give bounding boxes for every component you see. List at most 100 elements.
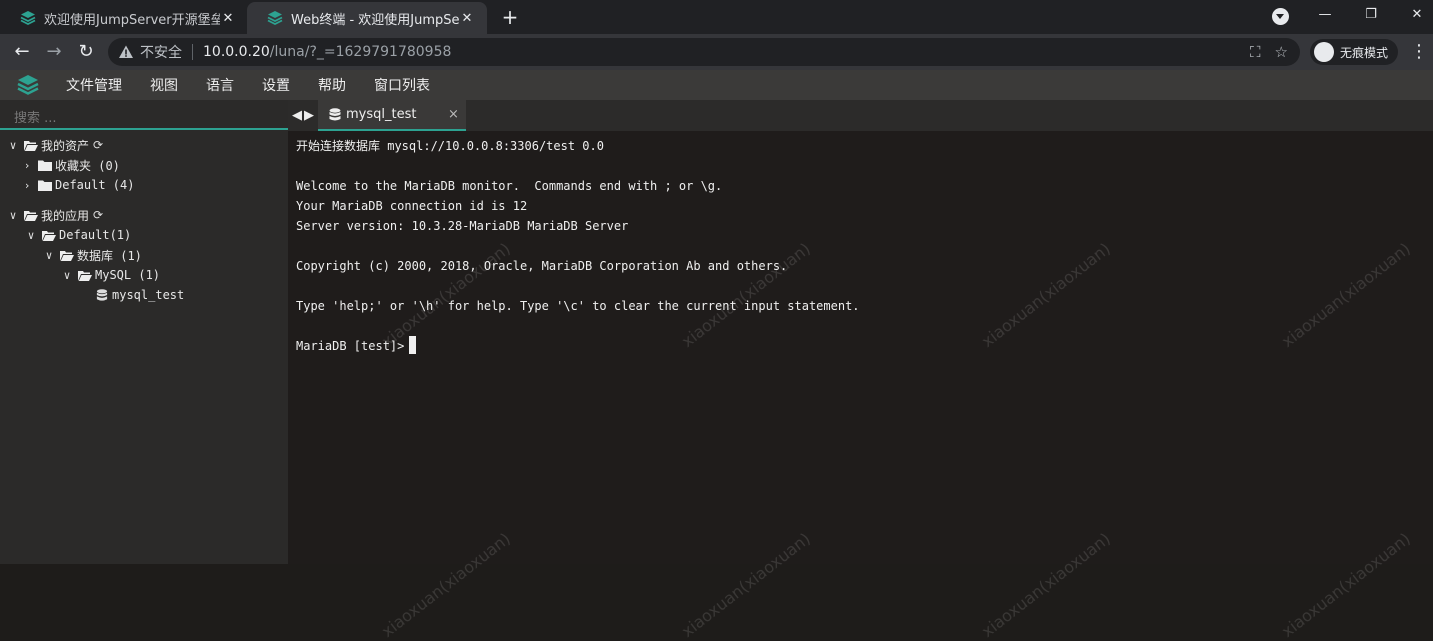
close-icon[interactable]: ✕ bbox=[459, 11, 475, 26]
url-host[interactable]: 10.0.0.20 bbox=[203, 44, 270, 60]
menu-help[interactable]: 帮助 bbox=[318, 75, 346, 95]
terminal-prompt: MariaDB [test]> bbox=[296, 339, 405, 353]
watermark: xiaoxuan(xiaoxuan) bbox=[978, 238, 1114, 351]
terminal-line: ​ bbox=[296, 156, 860, 176]
terminal-line: Your MariaDB connection id is 12 bbox=[296, 199, 528, 213]
terminal-line: Copyright (c) 2000, 2018, Oracle, MariaD… bbox=[296, 259, 788, 273]
tree-label: 我的资产 bbox=[41, 138, 90, 153]
terminal-cursor bbox=[409, 336, 417, 354]
tree-node-mysql[interactable]: ∨ MySQL (1) bbox=[60, 265, 160, 285]
tree-node-my-assets[interactable]: ∨ 我的资产 ⟳ bbox=[6, 135, 103, 155]
chevron-down-icon[interactable]: ∨ bbox=[6, 209, 20, 222]
chevron-down-icon[interactable]: ∨ bbox=[6, 139, 20, 152]
omnibox-actions: ⛶ ☆ bbox=[1250, 43, 1288, 61]
refresh-icon[interactable]: ⟳ bbox=[93, 138, 103, 152]
tree-label: 数据库 (1) bbox=[77, 248, 142, 263]
tree-node-default-apps[interactable]: ∨ Default(1) bbox=[24, 225, 132, 245]
address-divider bbox=[192, 44, 193, 60]
terminal-tab-bar: ◀▶ mysql_test × bbox=[288, 100, 1433, 131]
terminal-line: 开始连接数据库 mysql://10.0.0.8:3306/test 0.0 bbox=[296, 139, 604, 153]
tree-label: 收藏夹 (0) bbox=[55, 158, 120, 173]
terminal-line: ​ bbox=[296, 236, 860, 256]
tree-label: Default(1) bbox=[59, 228, 132, 242]
tab-search-icon[interactable] bbox=[1272, 8, 1289, 25]
jumpserver-logo-icon bbox=[267, 11, 283, 26]
back-button[interactable]: ← bbox=[10, 40, 34, 64]
browser-tab-welcome[interactable]: 欢迎使用JumpServer开源堡垒机 ✕ bbox=[0, 2, 248, 34]
forward-button[interactable]: → bbox=[42, 40, 66, 64]
folder-open-icon bbox=[78, 270, 92, 281]
terminal-line: Type 'help;' or '\h' for help. Type '\c'… bbox=[296, 299, 860, 313]
tree-node-mysql-test[interactable]: mysql_test bbox=[96, 285, 184, 305]
warning-icon[interactable] bbox=[118, 44, 134, 60]
jumpserver-logo-icon bbox=[20, 11, 36, 26]
star-icon[interactable]: ☆ bbox=[1275, 43, 1288, 61]
chevron-right-icon[interactable]: › bbox=[20, 179, 34, 192]
address-bar[interactable]: 不安全 10.0.0.20/luna/?_=1629791780958 ⛶ ☆ bbox=[108, 38, 1300, 66]
menu-settings[interactable]: 设置 bbox=[262, 75, 290, 95]
tree-label: MySQL (1) bbox=[95, 268, 161, 282]
terminal-line: ​ bbox=[296, 316, 860, 336]
search-input[interactable]: 搜索 ... bbox=[0, 100, 288, 130]
folder-open-icon bbox=[24, 140, 38, 151]
terminal-tab-mysql-test[interactable]: mysql_test × bbox=[318, 100, 466, 131]
new-tab-button[interactable]: + bbox=[500, 4, 520, 30]
menu-language[interactable]: 语言 bbox=[206, 75, 234, 95]
tree-node-favorites[interactable]: › 收藏夹 (0) bbox=[20, 155, 120, 175]
tree-label: mysql_test bbox=[112, 288, 185, 302]
tree-label: 我的应用 bbox=[41, 208, 90, 223]
folder-open-icon bbox=[60, 250, 74, 261]
tab-scroll-arrows-icon[interactable]: ◀▶ bbox=[292, 108, 316, 123]
watermark: xiaoxuan(xiaoxuan) bbox=[378, 528, 514, 641]
terminal-line: Server version: 10.3.28-MariaDB MariaDB … bbox=[296, 219, 629, 233]
chevron-down-icon[interactable]: ∨ bbox=[60, 269, 74, 282]
tree-node-my-apps[interactable]: ∨ 我的应用 ⟳ bbox=[6, 205, 103, 225]
browser-tab-title: Web终端 - 欢迎使用JumpServer开源堡垒机 bbox=[291, 12, 459, 28]
folder-open-icon bbox=[24, 210, 38, 221]
watermark: xiaoxuan(xiaoxuan) bbox=[678, 528, 814, 641]
jumpserver-logo-icon[interactable] bbox=[16, 73, 40, 97]
security-label[interactable]: 不安全 bbox=[140, 42, 182, 62]
database-icon bbox=[96, 288, 108, 301]
terminal-prompt-line: MariaDB [test]> bbox=[296, 336, 860, 356]
refresh-icon[interactable]: ⟳ bbox=[93, 208, 103, 222]
reload-button[interactable]: ↻ bbox=[74, 40, 98, 64]
tree-label: Default (4) bbox=[55, 178, 135, 192]
terminal-output[interactable]: 开始连接数据库 mysql://10.0.0.8:3306/test 0.0 ​ W… bbox=[296, 136, 860, 356]
translate-icon[interactable]: ⛶ bbox=[1250, 43, 1261, 61]
browser-toolbar: ← → ↻ 不安全 10.0.0.20/luna/?_=162979178095… bbox=[0, 34, 1433, 70]
chevron-down-icon[interactable]: ∨ bbox=[24, 229, 38, 242]
menu-file-manager[interactable]: 文件管理 bbox=[66, 75, 122, 95]
terminal-line: Welcome to the MariaDB monitor. Commands… bbox=[296, 179, 723, 193]
browser-tab-title: 欢迎使用JumpServer开源堡垒机 bbox=[44, 12, 220, 28]
browser-tab-web-terminal[interactable]: Web终端 - 欢迎使用JumpServer开源堡垒机 ✕ bbox=[247, 2, 487, 34]
terminal-pane: ◀▶ mysql_test × 开始连接数据库 mysql://10.0.0.8… bbox=[288, 100, 1433, 641]
terminal-line: ​ bbox=[296, 276, 860, 296]
incognito-label: 无痕模式 bbox=[1340, 45, 1389, 60]
menu-window-list[interactable]: 窗口列表 bbox=[374, 75, 430, 95]
asset-sidebar: 搜索 ... ∨ 我的资产 ⟳ › 收藏夹 (0) › Default (4) … bbox=[0, 100, 288, 564]
folder-icon bbox=[38, 180, 52, 191]
close-icon[interactable]: × bbox=[448, 107, 466, 122]
minimize-button[interactable]: — bbox=[1302, 0, 1348, 30]
menu-view[interactable]: 视图 bbox=[150, 75, 178, 95]
url-path[interactable]: /luna/?_=1629791780958 bbox=[270, 44, 452, 60]
folder-open-icon bbox=[42, 230, 56, 241]
incognito-icon bbox=[1314, 42, 1334, 62]
close-window-button[interactable]: ✕ bbox=[1394, 0, 1433, 30]
tree-node-default-assets[interactable]: › Default (4) bbox=[20, 175, 135, 195]
tree-node-databases[interactable]: ∨ 数据库 (1) bbox=[42, 245, 142, 265]
chevron-right-icon[interactable]: › bbox=[20, 159, 34, 172]
terminal-tab-title: mysql_test bbox=[346, 107, 417, 122]
watermark: xiaoxuan(xiaoxuan) bbox=[1278, 238, 1414, 351]
browser-menu-button[interactable]: ⋮ bbox=[1410, 42, 1428, 62]
maximize-button[interactable]: ❐ bbox=[1348, 0, 1394, 30]
watermark: xiaoxuan(xiaoxuan) bbox=[978, 528, 1114, 641]
database-icon bbox=[329, 107, 341, 120]
watermark: xiaoxuan(xiaoxuan) bbox=[1278, 528, 1414, 641]
incognito-badge[interactable]: 无痕模式 bbox=[1310, 39, 1398, 65]
folder-icon bbox=[38, 160, 52, 171]
close-icon[interactable]: ✕ bbox=[220, 11, 236, 26]
chevron-down-icon[interactable]: ∨ bbox=[42, 249, 56, 262]
browser-tab-strip: 欢迎使用JumpServer开源堡垒机 ✕ Web终端 - 欢迎使用JumpSe… bbox=[0, 0, 1433, 34]
